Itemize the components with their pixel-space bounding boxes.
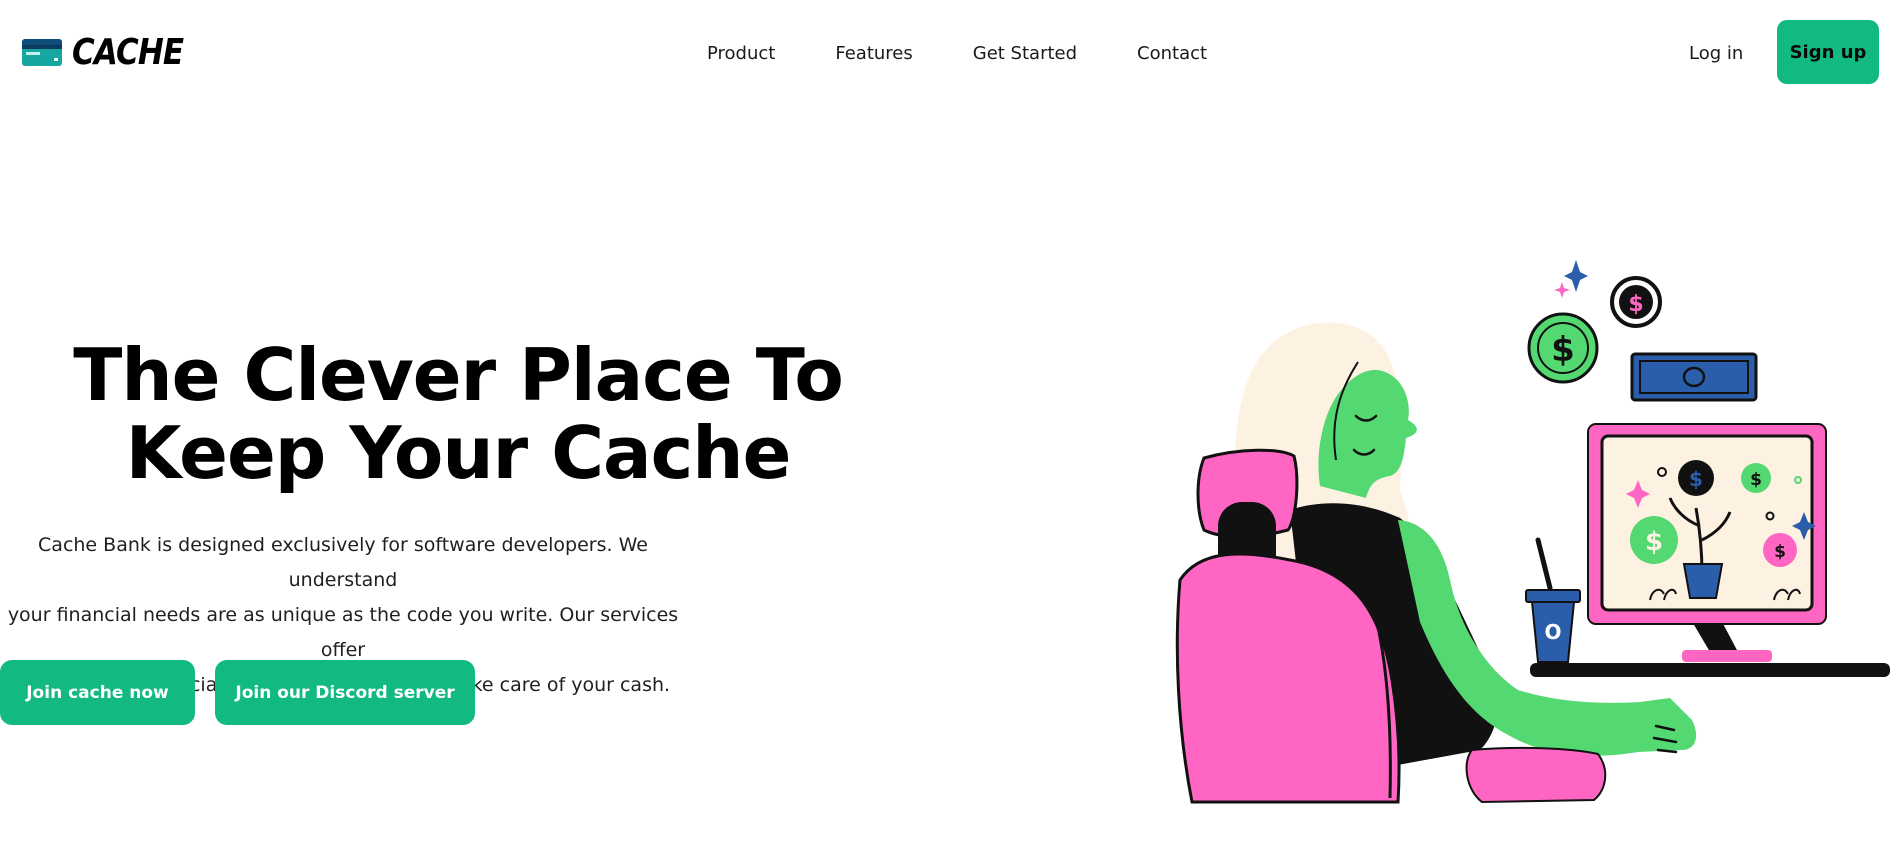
svg-text:$: $ (1689, 467, 1703, 491)
svg-text:$: $ (1750, 470, 1762, 490)
sparkle-icon (1564, 260, 1588, 292)
banknote-icon (1630, 352, 1758, 402)
nav-link-features[interactable]: Features (835, 40, 912, 68)
svg-text:O: O (1544, 620, 1561, 644)
landing-page: CACHE Product Features Get Started Conta… (0, 0, 1890, 866)
nav-link-get-started[interactable]: Get Started (973, 40, 1077, 68)
svg-text:$: $ (1628, 292, 1643, 317)
computer-monitor: $ $ $ $ (1587, 423, 1827, 662)
hero-title-line-1: The Clever Place To (73, 333, 844, 417)
hero-title-line-2: Keep Your Cache (125, 411, 792, 495)
svg-text:$: $ (1774, 542, 1786, 562)
green-coin-icon: $ (1527, 312, 1599, 384)
nav-link-contact[interactable]: Contact (1137, 40, 1207, 68)
credit-card-icon (22, 39, 62, 66)
svg-text:$: $ (1645, 527, 1663, 557)
primary-nav: Product Features Get Started Contact (707, 40, 1207, 68)
top-navbar: CACHE Product Features Get Started Conta… (0, 0, 1890, 106)
svg-text:$: $ (1551, 330, 1575, 370)
hero-description-line-2: your financial needs are as unique as th… (7, 604, 679, 661)
login-link[interactable]: Log in (1689, 40, 1743, 68)
hero-title: The Clever Place To Keep Your Cache (0, 336, 916, 492)
signup-button[interactable]: Sign up (1777, 20, 1879, 84)
desk-surface (1530, 663, 1890, 677)
sparkle-icon (1554, 282, 1570, 298)
hero-description-line-1: Cache Bank is designed exclusively for s… (38, 534, 648, 591)
brand-logo-link[interactable]: CACHE (22, 32, 201, 74)
brand-name: CACHE (72, 32, 184, 73)
nav-link-product[interactable]: Product (707, 40, 775, 68)
dark-coin-icon: $ (1610, 276, 1662, 328)
join-discord-button[interactable]: Join our Discord server (215, 660, 475, 725)
drink-cup: O (1525, 537, 1581, 663)
hero-illustration: $ $ O $ $ $ $ (1175, 260, 1890, 804)
join-cache-button[interactable]: Join cache now (0, 660, 195, 725)
